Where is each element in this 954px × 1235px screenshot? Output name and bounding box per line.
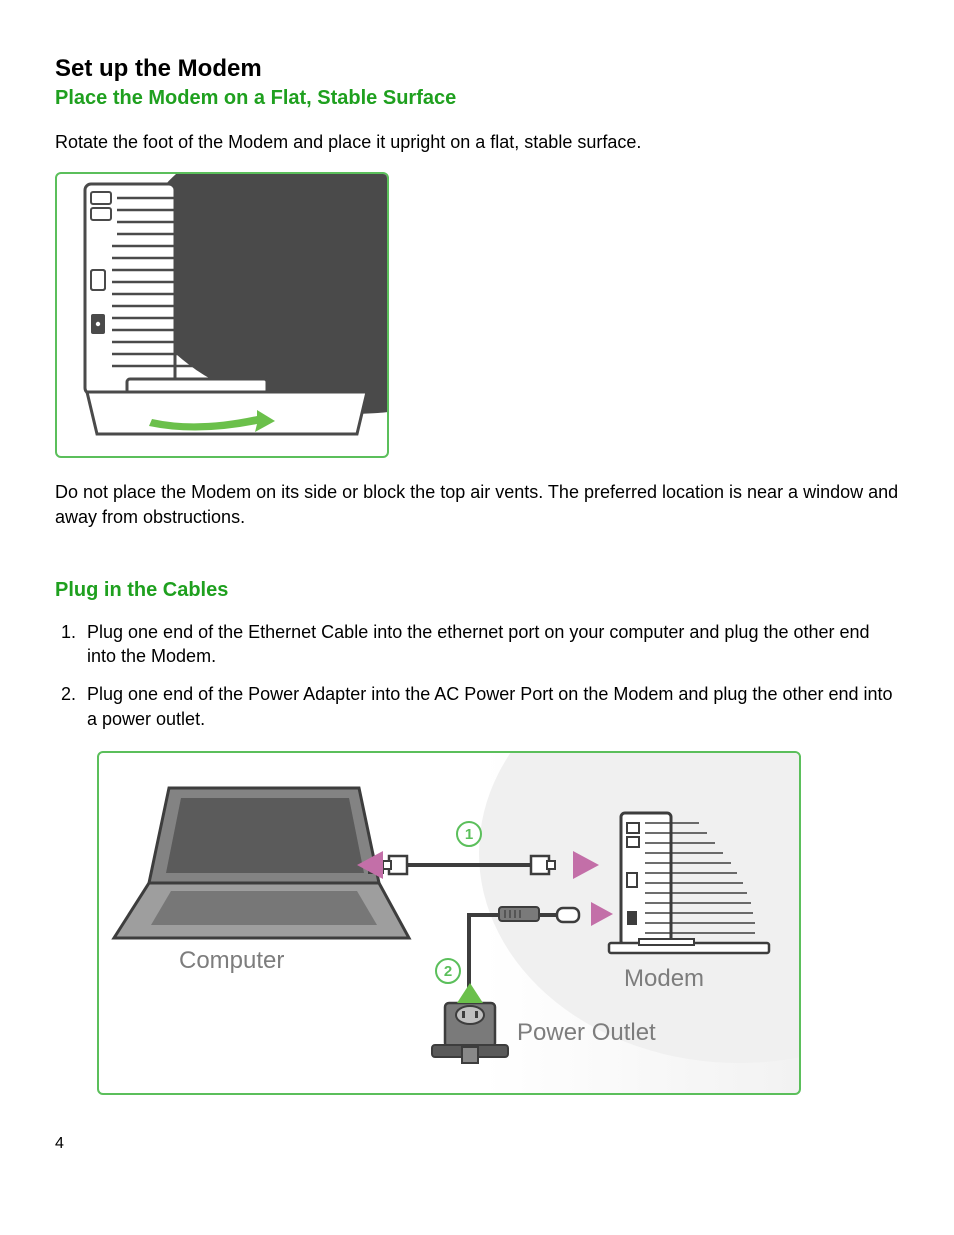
heading-setup: Set up the Modem — [55, 55, 899, 83]
label-modem: Modem — [624, 965, 704, 993]
figure-modem-placement — [55, 172, 389, 458]
step-1: Plug one end of the Ethernet Cable into … — [81, 620, 899, 669]
label-power-outlet: Power Outlet — [517, 1019, 656, 1047]
step-2: Plug one end of the Power Adapter into t… — [81, 682, 899, 731]
label-computer: Computer — [179, 947, 284, 975]
step-badge-1: 1 — [456, 821, 482, 847]
steps-list: Plug one end of the Ethernet Cable into … — [55, 620, 899, 731]
heading-plug: Plug in the Cables — [55, 579, 899, 602]
heading-place: Place the Modem on a Flat, Stable Surfac… — [55, 87, 899, 110]
page-number: 4 — [55, 1135, 899, 1153]
paragraph-warning: Do not place the Modem on its side or bl… — [55, 480, 899, 529]
step-badge-2: 2 — [435, 958, 461, 984]
figure-cable-diagram: 1 2 Computer Modem Power Outlet — [97, 751, 801, 1095]
paragraph-intro: Rotate the foot of the Modem and place i… — [55, 130, 899, 154]
